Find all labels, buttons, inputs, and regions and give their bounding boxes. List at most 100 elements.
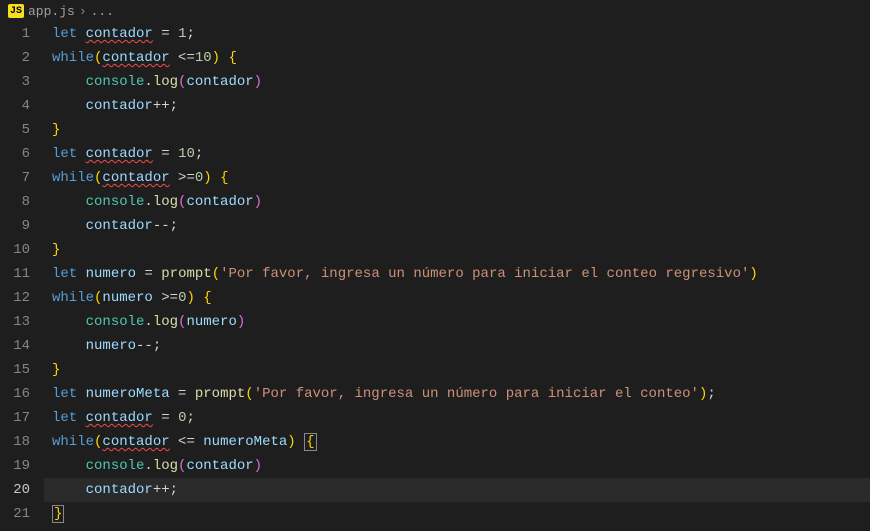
token-var: numero (186, 314, 236, 330)
line-number: 13 (0, 310, 30, 334)
token-var: contador (86, 482, 153, 498)
chevron-right-icon: › (79, 4, 87, 19)
code-line[interactable]: let contador = 10; (44, 142, 870, 166)
token-var: contador (102, 434, 169, 450)
token-sp (170, 26, 178, 42)
code-line[interactable]: } (44, 238, 870, 262)
breadcrumb[interactable]: JS app.js › ... (0, 0, 870, 22)
line-number: 2 (0, 46, 30, 70)
token-kw: while (52, 170, 94, 186)
token-sp (153, 290, 161, 306)
line-number: 5 (0, 118, 30, 142)
line-number: 18 (0, 430, 30, 454)
code-line[interactable]: let numero = prompt('Por favor, ingresa … (44, 262, 870, 286)
token-fn: prompt (161, 266, 211, 282)
code-line[interactable]: contador--; (44, 214, 870, 238)
code-line[interactable]: let numeroMeta = prompt('Por favor, ingr… (44, 382, 870, 406)
token-op: <= (178, 50, 195, 66)
token-var: contador (102, 50, 169, 66)
token-brc: ) (203, 170, 211, 186)
code-line[interactable]: } (44, 358, 870, 382)
token-brc: } (52, 505, 64, 523)
token-sp (195, 434, 203, 450)
code-line[interactable]: } (44, 502, 870, 526)
code-editor[interactable]: 123456789101112131415161718192021 let co… (0, 22, 870, 531)
token-obj: console (86, 458, 145, 474)
token-op: ++ (153, 98, 170, 114)
line-number: 6 (0, 142, 30, 166)
token-str: 'Por favor, ingresa un número para inici… (220, 266, 749, 282)
code-area[interactable]: let contador = 1;while(contador <=10) { … (44, 22, 870, 531)
code-line[interactable]: console.log(contador) (44, 70, 870, 94)
line-number: 10 (0, 238, 30, 262)
token-pun: ; (186, 26, 194, 42)
token-sp (296, 434, 304, 450)
token-sp (153, 266, 161, 282)
token-sp (77, 26, 85, 42)
token-num: 10 (195, 50, 212, 66)
token-sp (153, 146, 161, 162)
token-var: contador (186, 194, 253, 210)
token-brc: } (52, 362, 60, 378)
token-op: <= (178, 434, 195, 450)
code-line[interactable]: while(contador <=10) { (44, 46, 870, 70)
token-pun: ; (186, 410, 194, 426)
code-line[interactable]: let contador = 1; (44, 22, 870, 46)
token-sp (153, 410, 161, 426)
token-kw: let (52, 386, 77, 402)
token-var: contador (186, 74, 253, 90)
token-sp (170, 50, 178, 66)
token-var: contador (86, 218, 153, 234)
token-brc: { (228, 50, 236, 66)
token-sp (77, 146, 85, 162)
line-number: 3 (0, 70, 30, 94)
token-brc: ) (212, 50, 220, 66)
line-number: 21 (0, 502, 30, 526)
code-line[interactable]: while(contador >=0) { (44, 166, 870, 190)
token-sp (77, 386, 85, 402)
code-line[interactable]: contador++; (44, 94, 870, 118)
token-op: = (144, 266, 152, 282)
token-pun: ; (170, 482, 178, 498)
code-line[interactable]: console.log(contador) (44, 190, 870, 214)
line-number: 20 (0, 478, 30, 502)
token-num: 10 (178, 146, 195, 162)
token-fn: log (153, 194, 178, 210)
line-number: 4 (0, 94, 30, 118)
token-brc: { (304, 433, 316, 451)
breadcrumb-file[interactable]: app.js (28, 4, 75, 19)
token-kw: let (52, 26, 77, 42)
token-sp (212, 170, 220, 186)
token-kw: let (52, 146, 77, 162)
code-line[interactable]: numero--; (44, 334, 870, 358)
token-obj: console (86, 74, 145, 90)
code-line[interactable]: console.log(numero) (44, 310, 870, 334)
code-line[interactable]: contador++; (44, 478, 870, 502)
token-var: contador (186, 458, 253, 474)
line-number: 9 (0, 214, 30, 238)
token-op: >= (178, 170, 195, 186)
token-pun: ; (707, 386, 715, 402)
token-sp (170, 434, 178, 450)
token-pun: . (144, 74, 152, 90)
token-var: contador (86, 26, 153, 42)
token-brcP: ) (254, 458, 262, 474)
token-pun: . (144, 314, 152, 330)
line-number: 8 (0, 190, 30, 214)
token-pun: . (144, 194, 152, 210)
token-str: 'Por favor, ingresa un número para inici… (254, 386, 699, 402)
token-fn: log (153, 314, 178, 330)
breadcrumb-tail[interactable]: ... (91, 4, 114, 19)
token-var: contador (102, 170, 169, 186)
token-brcP: ) (237, 314, 245, 330)
line-number: 14 (0, 334, 30, 358)
token-num: 0 (195, 170, 203, 186)
code-line[interactable]: let contador = 0; (44, 406, 870, 430)
code-line[interactable]: console.log(contador) (44, 454, 870, 478)
line-number: 12 (0, 286, 30, 310)
code-line[interactable]: while(numero >=0) { (44, 286, 870, 310)
token-brcP: ) (254, 194, 262, 210)
code-line[interactable]: while(contador <= numeroMeta) { (44, 430, 870, 454)
token-brc: } (52, 242, 60, 258)
code-line[interactable]: } (44, 118, 870, 142)
